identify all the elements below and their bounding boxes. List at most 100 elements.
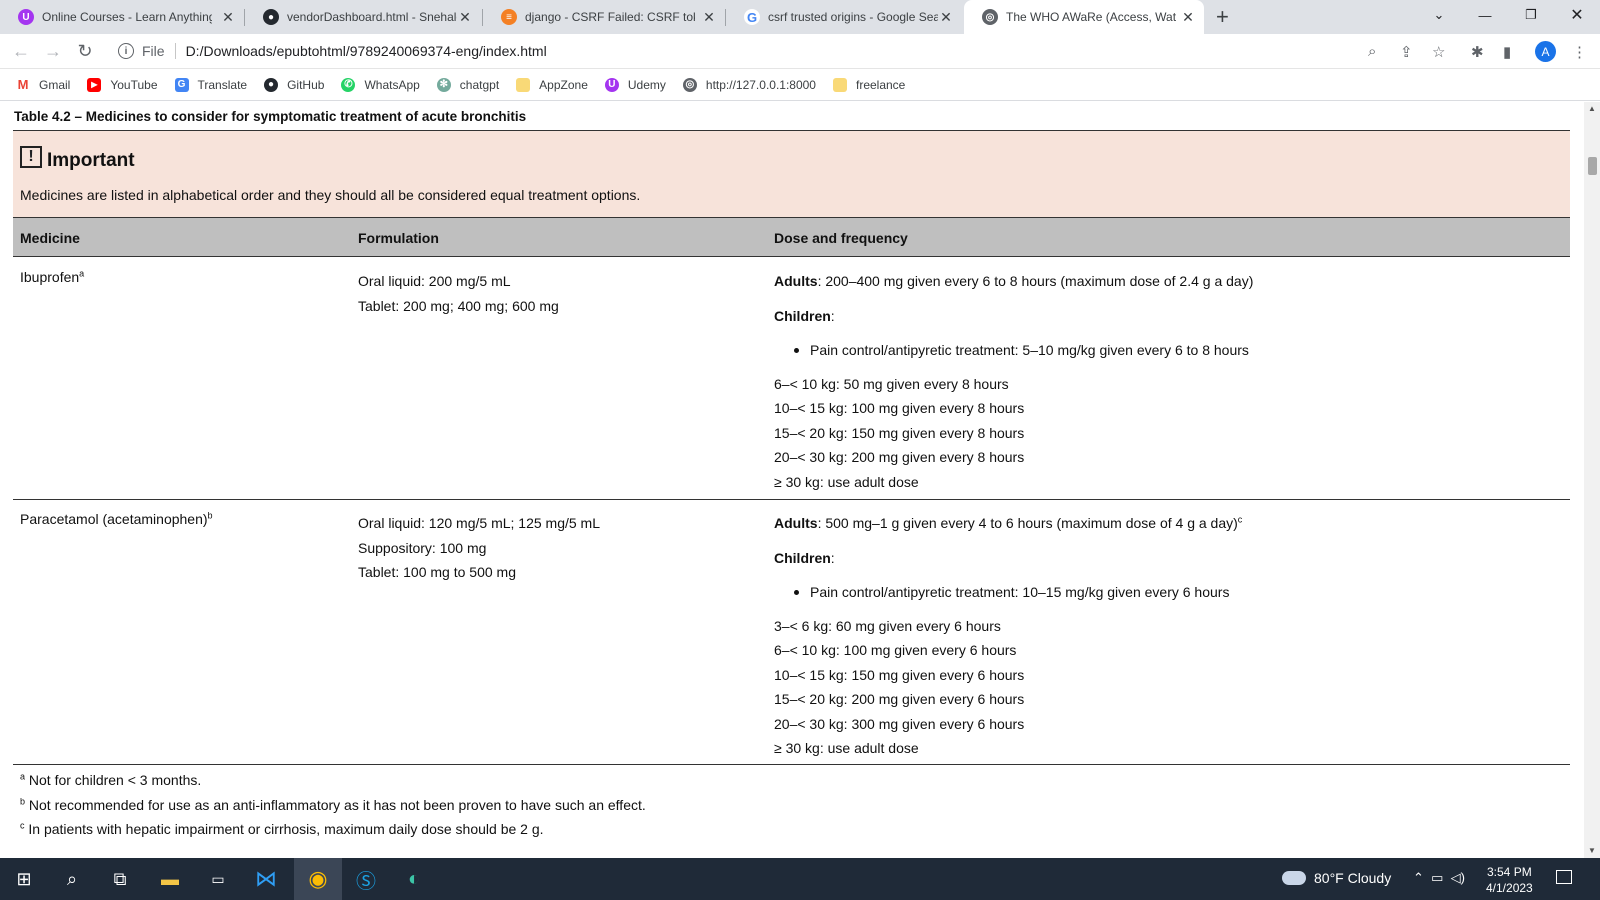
footnote-ref[interactable]: b	[208, 510, 213, 520]
chrome-icon[interactable]: ◉	[294, 858, 342, 900]
tab-3[interactable]: ≡ django - CSRF Failed: CSRF token ✕	[483, 0, 725, 34]
bookmark-freelance[interactable]: freelance	[832, 77, 905, 92]
table-header: Medicine Formulation Dose and frequency	[13, 217, 1570, 257]
side-panel-icon[interactable]: ▮	[1503, 43, 1511, 61]
udemy-icon: U	[604, 77, 619, 92]
important-text: Medicines are listed in alphabetical ord…	[20, 187, 641, 203]
github-icon: ●	[263, 9, 279, 25]
bookmark-label: GitHub	[287, 77, 325, 92]
windows-start-icon[interactable]: ⊞	[0, 858, 48, 900]
bookmark-whatsapp[interactable]: ✆ WhatsApp	[341, 77, 420, 92]
weight-dose: 3–< 6 kg: 60 mg given every 6 hours	[774, 617, 1001, 634]
cloud-icon	[1282, 871, 1306, 885]
bookmark-appzone[interactable]: AppZone	[516, 77, 588, 92]
scroll-down-icon[interactable]: ▼	[1588, 846, 1596, 855]
tab-5-active[interactable]: ◎ The WHO AWaRe (Access, Watch ✕	[964, 0, 1204, 34]
tab-4[interactable]: G csrf trusted origins - Google Sear ✕	[726, 0, 962, 34]
weight-dose: ≥ 30 kg: use adult dose	[774, 473, 919, 490]
folder-icon	[516, 77, 531, 92]
zoom-icon[interactable]: ⌕	[1368, 43, 1376, 60]
weight-dose: 6–< 10 kg: 100 mg given every 6 hours	[774, 642, 1017, 658]
adults-dose: : 200–400 mg given every 6 to 8 hours (m…	[817, 273, 1254, 289]
url-text[interactable]: D:/Downloads/epubtohtml/9789240069374-en…	[186, 43, 547, 59]
system-tray-icons[interactable]: ⌃ ▭ ◁)	[1413, 870, 1465, 886]
close-icon[interactable]: ✕	[938, 9, 954, 26]
vscode-icon[interactable]: ⋈	[242, 858, 290, 900]
bookmark-udemy[interactable]: U Udemy	[604, 77, 666, 92]
terminal-icon[interactable]: ▭	[194, 858, 242, 900]
avatar[interactable]: A	[1535, 41, 1556, 62]
info-icon[interactable]: i	[118, 43, 134, 59]
close-icon[interactable]: ✕	[1180, 9, 1196, 26]
tab-search-icon[interactable]: ⌄	[1416, 0, 1462, 30]
reload-icon[interactable]: ↻	[74, 41, 96, 62]
youtube-icon: ▶	[87, 77, 102, 92]
important-box: ! Important Medicines are listed in alph…	[13, 131, 1570, 217]
footnote-text: In patients with hepatic impairment or c…	[24, 821, 544, 837]
bookmark-youtube[interactable]: ▶ YouTube	[87, 77, 158, 92]
extensions-icon[interactable]: ✱	[1471, 43, 1484, 61]
page-scrollbar[interactable]: ▲ ▼	[1584, 102, 1600, 858]
formulation-item: Oral liquid: 120 mg/5 mL; 125 mg/5 mL	[358, 515, 601, 531]
footnote-ref[interactable]: c	[1238, 514, 1243, 524]
bookmark-label: chatgpt	[459, 77, 500, 92]
udemy-icon: U	[18, 9, 34, 25]
address-bar[interactable]: i File D:/Downloads/epubtohtml/978924006…	[108, 37, 1418, 65]
medicine-name: Paracetamol (acetaminophen)	[20, 511, 208, 527]
weight-dose: 10–< 15 kg: 100 mg given every 8 hours	[774, 400, 1025, 416]
folder-icon	[832, 77, 847, 92]
scroll-thumb[interactable]	[1588, 157, 1597, 175]
edge-icon[interactable]: ◐	[390, 858, 438, 900]
restore-button[interactable]: ❐	[1508, 0, 1554, 30]
bookmark-label: WhatsApp	[364, 77, 420, 92]
gmail-icon: M	[17, 77, 29, 92]
weight-dose: 20–< 30 kg: 300 mg given every 6 hours	[774, 715, 1025, 732]
bookmark-label: AppZone	[539, 77, 588, 92]
footnote-text: Not recommended for use as an anti-infla…	[25, 797, 646, 813]
bookmarks-bar: M Gmail ▶ YouTube G Translate ● GitHub ✆ What…	[0, 69, 1600, 101]
bookmark-star-icon[interactable]: ☆	[1432, 43, 1445, 61]
bookmark-chatgpt[interactable]: ✻ chatgpt	[436, 77, 500, 92]
weight-dose: 15–< 20 kg: 200 mg given every 6 hours	[774, 691, 1025, 707]
bookmark-github[interactable]: ● GitHub	[264, 77, 325, 92]
weight-dose: 15–< 20 kg: 150 mg given every 8 hours	[774, 424, 1025, 441]
minimize-button[interactable]: —	[1462, 0, 1508, 30]
formulation-item: Oral liquid: 200 mg/5 mL	[358, 273, 511, 289]
search-icon[interactable]: ⌕	[48, 858, 96, 900]
task-view-icon[interactable]: ⧉	[96, 858, 144, 900]
tab-2[interactable]: ● vendorDashboard.html - Snehald ✕	[245, 0, 481, 34]
weight-dose: 10–< 15 kg: 150 mg given every 6 hours	[774, 666, 1025, 683]
close-icon[interactable]: ✕	[457, 9, 473, 26]
scroll-up-icon[interactable]: ▲	[1588, 104, 1596, 113]
exclamation-icon: !	[20, 146, 42, 168]
bookmark-label: Udemy	[627, 77, 666, 92]
medicine-name: Ibuprofen	[20, 269, 80, 285]
forward-icon[interactable]: →	[42, 41, 64, 62]
stackoverflow-icon: ≡	[501, 9, 517, 25]
footnote: a Not for children < 3 months.	[20, 772, 201, 788]
bookmark-localhost[interactable]: ◎ http://127.0.0.1:8000	[682, 77, 816, 92]
new-tab-button[interactable]: +	[1216, 4, 1229, 30]
bookmark-translate[interactable]: G Translate	[174, 77, 247, 92]
bookmark-gmail[interactable]: M Gmail	[16, 77, 71, 92]
tab-1[interactable]: U Online Courses - Learn Anything ✕	[0, 0, 244, 34]
weather-text: 80°F Cloudy	[1314, 870, 1392, 886]
close-window-button[interactable]: ✕	[1554, 0, 1600, 30]
notification-icon[interactable]	[1556, 870, 1572, 884]
clock[interactable]: 3:54 PM 4/1/2023	[1486, 864, 1533, 896]
back-icon[interactable]: ←	[10, 41, 32, 62]
close-icon[interactable]: ✕	[701, 9, 717, 26]
page-content: Table 4.2 – Medicines to consider for sy…	[0, 102, 1584, 858]
share-icon[interactable]: ⇪	[1400, 43, 1413, 61]
globe-icon: ◎	[682, 77, 697, 92]
children-bullet: Pain control/antipyretic treatment: 5–10…	[793, 338, 1253, 363]
file-explorer-icon[interactable]: ▬	[146, 858, 194, 900]
header-formulation: Formulation	[358, 230, 439, 246]
weather-widget[interactable]: 80°F Cloudy	[1282, 870, 1391, 886]
table-caption: Table 4.2 – Medicines to consider for sy…	[14, 109, 527, 124]
close-icon[interactable]: ✕	[220, 9, 236, 26]
translate-icon: G	[174, 77, 189, 92]
footnote-ref[interactable]: a	[79, 268, 84, 278]
menu-icon[interactable]: ⋮	[1572, 43, 1587, 61]
skype-icon[interactable]: Ⓢ	[342, 858, 390, 900]
